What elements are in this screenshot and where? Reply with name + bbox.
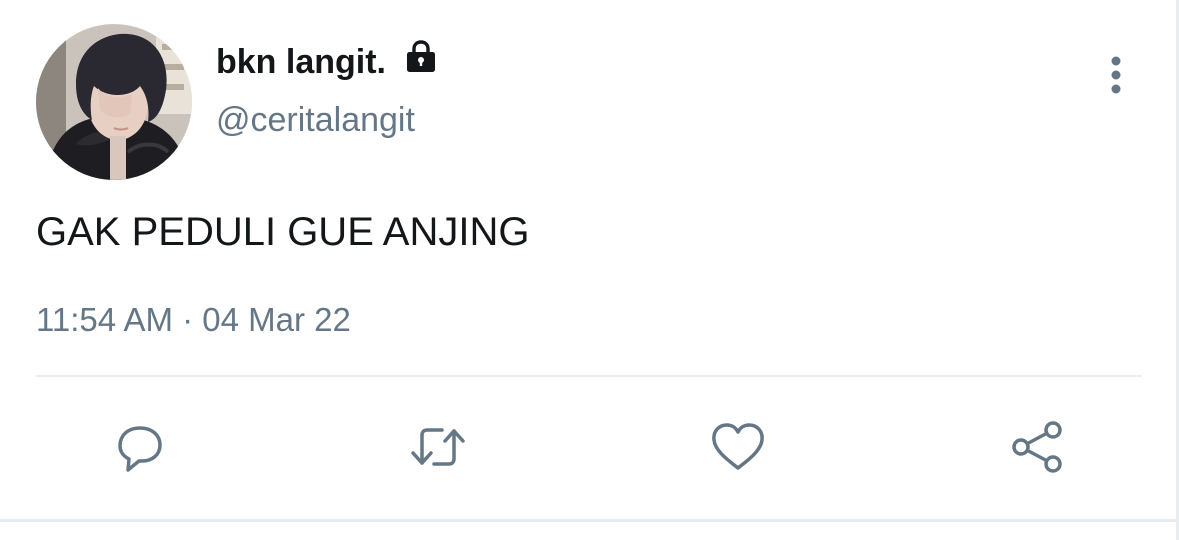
lock-icon [407, 40, 435, 72]
heart-icon [712, 423, 764, 470]
share-button[interactable] [1006, 415, 1070, 479]
reply-button[interactable] [108, 415, 172, 479]
bottom-divider [0, 519, 1179, 522]
tweet-text: GAK PEDULI GUE ANJING [36, 210, 530, 254]
tweet-timestamp[interactable]: 11:54 AM · 04 Mar 22 [36, 298, 351, 342]
avatar-image [36, 24, 192, 180]
more-vertical-icon[interactable] [1096, 50, 1136, 100]
display-name[interactable]: bkn langit. [216, 40, 386, 84]
retweet-icon [411, 428, 465, 466]
reply-icon [118, 426, 162, 472]
retweet-button[interactable] [406, 415, 470, 479]
avatar[interactable] [36, 24, 192, 180]
share-icon [1012, 421, 1062, 473]
user-handle[interactable]: @ceritalangit [216, 98, 415, 142]
tweet-card: bkn langit. @ceritalangit GAK PEDULI GUE… [0, 0, 1179, 540]
divider [36, 375, 1142, 377]
like-button[interactable] [706, 415, 770, 479]
